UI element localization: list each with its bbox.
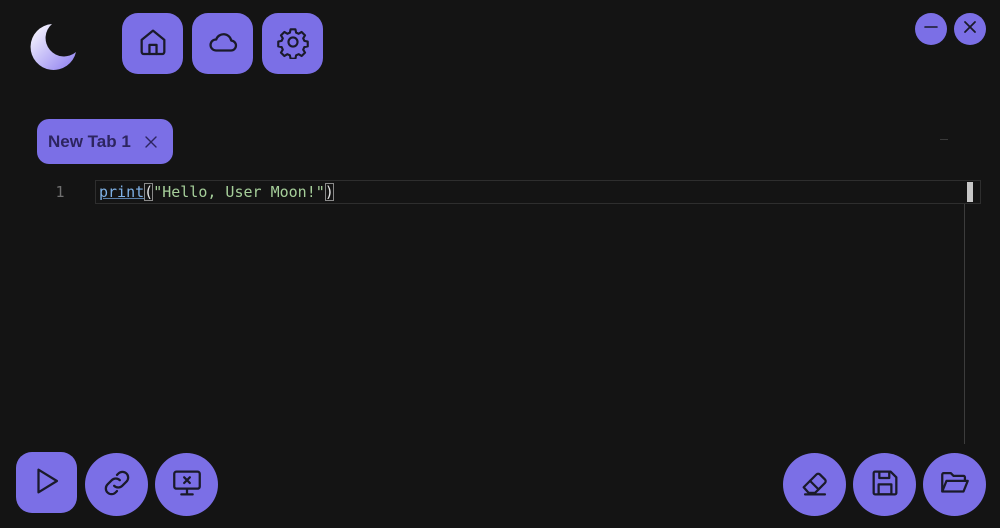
code-editor-line[interactable]: print("Hello, User Moon!") xyxy=(99,181,334,203)
close-icon xyxy=(960,17,980,41)
close-button[interactable] xyxy=(954,13,986,45)
moon-logo-icon xyxy=(28,22,78,72)
folder-open-icon xyxy=(938,466,972,504)
settings-button[interactable] xyxy=(262,13,323,74)
code-close-paren: ) xyxy=(324,183,334,201)
editor-divider xyxy=(940,139,948,140)
execute-button[interactable] xyxy=(16,452,77,513)
executor-window: New Tab 1 1 print("Hello, User Moon!") xyxy=(0,0,1000,528)
line-number: 1 xyxy=(55,183,65,201)
gear-icon xyxy=(276,25,310,63)
save-icon xyxy=(868,466,902,504)
minimize-icon xyxy=(921,17,941,41)
eraser-icon xyxy=(798,466,832,504)
tab-label: New Tab 1 xyxy=(48,131,131,151)
monitor-x-icon xyxy=(170,466,204,504)
code-open-paren: ( xyxy=(144,183,154,201)
save-button[interactable] xyxy=(853,453,916,516)
code-function-token: print xyxy=(99,183,145,201)
play-icon xyxy=(30,464,64,502)
kill-roblox-button[interactable] xyxy=(155,453,218,516)
open-file-button[interactable] xyxy=(923,453,986,516)
vertical-scrollbar[interactable] xyxy=(964,204,965,444)
tab-close-icon[interactable] xyxy=(143,134,159,150)
code-string-token: "Hello, User Moon!" xyxy=(153,183,325,201)
minimize-button[interactable] xyxy=(915,13,947,45)
minimap-cursor xyxy=(967,182,973,202)
home-icon xyxy=(136,25,170,63)
link-icon xyxy=(100,466,134,504)
clear-button[interactable] xyxy=(783,453,846,516)
cloud-button[interactable] xyxy=(192,13,253,74)
tab-new-tab-1[interactable]: New Tab 1 xyxy=(37,119,173,164)
home-button[interactable] xyxy=(122,13,183,74)
cloud-icon xyxy=(206,25,240,63)
attach-button[interactable] xyxy=(85,453,148,516)
